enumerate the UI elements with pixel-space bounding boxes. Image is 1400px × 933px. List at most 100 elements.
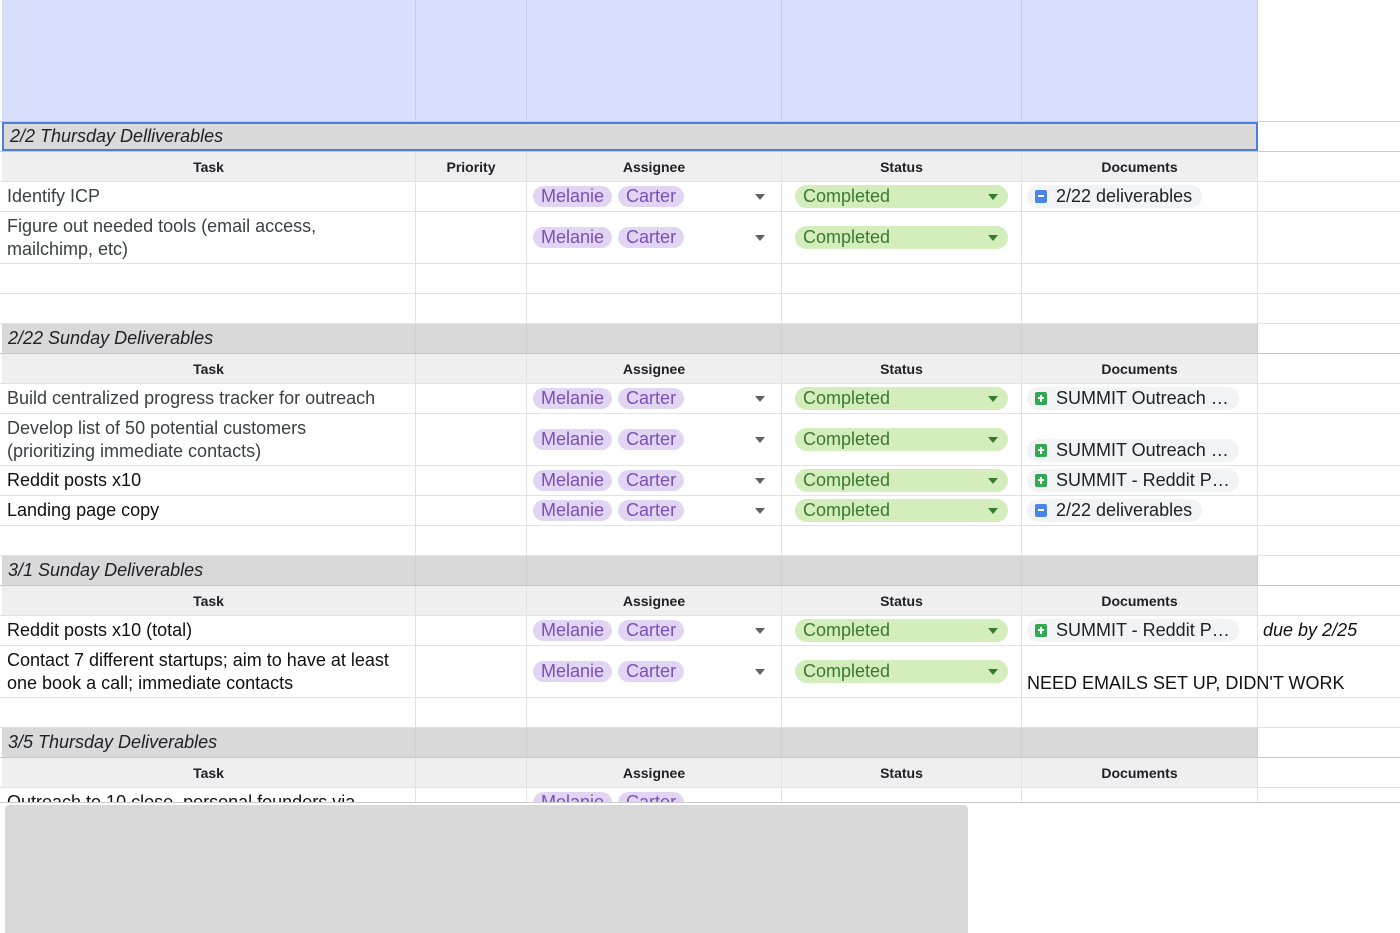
assignee-cell[interactable]: Melanie Carter	[527, 661, 781, 682]
dropdown-arrow-icon[interactable]	[988, 235, 998, 241]
section-cell[interactable]	[782, 556, 1022, 585]
empty-cell[interactable]	[527, 698, 782, 727]
empty-cell[interactable]	[1258, 556, 1400, 585]
header-priority-empty[interactable]	[416, 586, 527, 615]
empty-cell[interactable]	[1022, 526, 1258, 555]
priority-cell[interactable]	[416, 384, 527, 413]
header-priority-empty[interactable]	[416, 354, 527, 383]
assignee-chip[interactable]: Carter	[618, 620, 685, 641]
empty-cell[interactable]	[1258, 354, 1400, 383]
section-cell[interactable]	[416, 556, 527, 585]
section-title[interactable]: 2/2 Thursday Delliverables	[2, 122, 1258, 151]
empty-cell[interactable]	[1022, 294, 1258, 323]
assignee-chip[interactable]: Melanie	[533, 500, 613, 521]
header-status[interactable]: Status	[782, 758, 1022, 787]
section-cell[interactable]	[416, 324, 527, 353]
empty-cell[interactable]	[1258, 0, 1400, 121]
assignee-chip[interactable]: Melanie	[533, 388, 613, 409]
header-documents[interactable]: Documents	[1022, 758, 1258, 787]
status-dropdown[interactable]: Completed	[795, 469, 1008, 492]
empty-cell[interactable]	[1258, 698, 1400, 727]
status-dropdown[interactable]: Completed	[795, 619, 1008, 642]
header-documents[interactable]: Documents	[1022, 152, 1258, 181]
empty-cell[interactable]	[782, 698, 1022, 727]
banner-cell[interactable]	[527, 0, 782, 121]
header-assignee[interactable]: Assignee	[527, 758, 782, 787]
document-chip[interactable]: SUMMIT - Reddit P…	[1027, 619, 1239, 642]
empty-cell[interactable]	[527, 294, 782, 323]
dropdown-arrow-icon[interactable]	[988, 437, 998, 443]
dropdown-arrow-icon[interactable]	[988, 396, 998, 402]
document-cell[interactable]	[1022, 788, 1258, 803]
header-status[interactable]: Status	[782, 354, 1022, 383]
section-cell[interactable]	[782, 324, 1022, 353]
section-cell[interactable]	[527, 324, 782, 353]
assignee-cell[interactable]: Melanie Carter	[527, 620, 781, 641]
assignee-cell[interactable]: Melanie Carter	[527, 186, 781, 207]
empty-cell[interactable]	[782, 526, 1022, 555]
status-dropdown[interactable]: Completed	[795, 499, 1008, 522]
section-cell[interactable]	[416, 728, 527, 757]
section-cell[interactable]	[527, 556, 782, 585]
header-task[interactable]: Task	[2, 152, 416, 181]
header-task[interactable]: Task	[2, 586, 416, 615]
document-chip[interactable]: SUMMIT - Reddit P…	[1027, 469, 1239, 492]
priority-cell[interactable]	[416, 466, 527, 495]
assignee-chip[interactable]: Carter	[618, 186, 685, 207]
dropdown-arrow-icon[interactable]	[988, 508, 998, 514]
header-status[interactable]: Status	[782, 586, 1022, 615]
empty-cell[interactable]	[1258, 264, 1400, 293]
section-title[interactable]: 3/5 Thursday Deliverables	[2, 728, 416, 757]
priority-cell[interactable]	[416, 646, 527, 697]
banner-cell[interactable]	[782, 0, 1022, 121]
empty-cell[interactable]	[1258, 324, 1400, 353]
dropdown-arrow-icon[interactable]	[755, 627, 765, 634]
banner-cell[interactable]	[1022, 0, 1258, 121]
empty-cell[interactable]	[1258, 496, 1400, 525]
dropdown-arrow-icon[interactable]	[755, 193, 765, 200]
header-assignee[interactable]: Assignee	[527, 152, 782, 181]
dropdown-arrow-icon[interactable]	[755, 668, 765, 675]
task-name[interactable]: Figure out needed tools (email access, m…	[2, 215, 367, 261]
due-note[interactable]: due by 2/25	[1258, 620, 1357, 641]
assignee-chip[interactable]: Melanie	[533, 620, 613, 641]
empty-cell[interactable]	[1022, 264, 1258, 293]
assignee-chip[interactable]: Carter	[618, 500, 685, 521]
dropdown-arrow-icon[interactable]	[755, 234, 765, 241]
section-cell[interactable]	[1022, 556, 1258, 585]
task-name[interactable]: Reddit posts x10	[2, 469, 141, 492]
header-task[interactable]: Task	[2, 758, 416, 787]
section-title[interactable]: 3/1 Sunday Deliverables	[2, 556, 416, 585]
assignee-chip[interactable]: Melanie	[533, 470, 613, 491]
assignee-chip[interactable]: Carter	[618, 429, 685, 450]
section-cell[interactable]	[1022, 728, 1258, 757]
empty-cell[interactable]	[527, 264, 782, 293]
document-cell[interactable]	[1022, 212, 1258, 263]
empty-cell[interactable]	[1258, 212, 1400, 263]
priority-cell[interactable]	[416, 496, 527, 525]
empty-cell[interactable]	[1258, 758, 1400, 787]
empty-cell[interactable]	[416, 264, 527, 293]
dropdown-arrow-icon[interactable]	[988, 478, 998, 484]
assignee-cell[interactable]: Melanie Carter	[527, 429, 781, 450]
empty-cell[interactable]	[416, 526, 527, 555]
header-documents[interactable]: Documents	[1022, 586, 1258, 615]
empty-cell[interactable]	[1258, 586, 1400, 615]
task-name[interactable]: Develop list of 50 potential customers (…	[2, 417, 387, 463]
assignee-chip[interactable]: Melanie	[533, 186, 613, 207]
section-cell[interactable]	[527, 728, 782, 757]
document-note[interactable]: NEED EMAILS SET UP, DIDN'T WORK	[1022, 673, 1345, 694]
task-name[interactable]: Landing page copy	[2, 499, 159, 522]
header-task[interactable]: Task	[2, 354, 416, 383]
dropdown-arrow-icon[interactable]	[755, 507, 765, 514]
empty-cell[interactable]	[2, 698, 416, 727]
status-dropdown[interactable]: Completed	[795, 185, 1008, 208]
status-dropdown[interactable]: Completed	[795, 660, 1008, 683]
priority-cell[interactable]	[416, 616, 527, 645]
dropdown-arrow-icon[interactable]	[755, 477, 765, 484]
empty-cell[interactable]	[1258, 526, 1400, 555]
empty-cell[interactable]	[1258, 384, 1400, 413]
dropdown-arrow-icon[interactable]	[755, 395, 765, 402]
empty-cell[interactable]	[1258, 152, 1400, 181]
assignee-cell[interactable]: Melanie Carter	[527, 388, 781, 409]
